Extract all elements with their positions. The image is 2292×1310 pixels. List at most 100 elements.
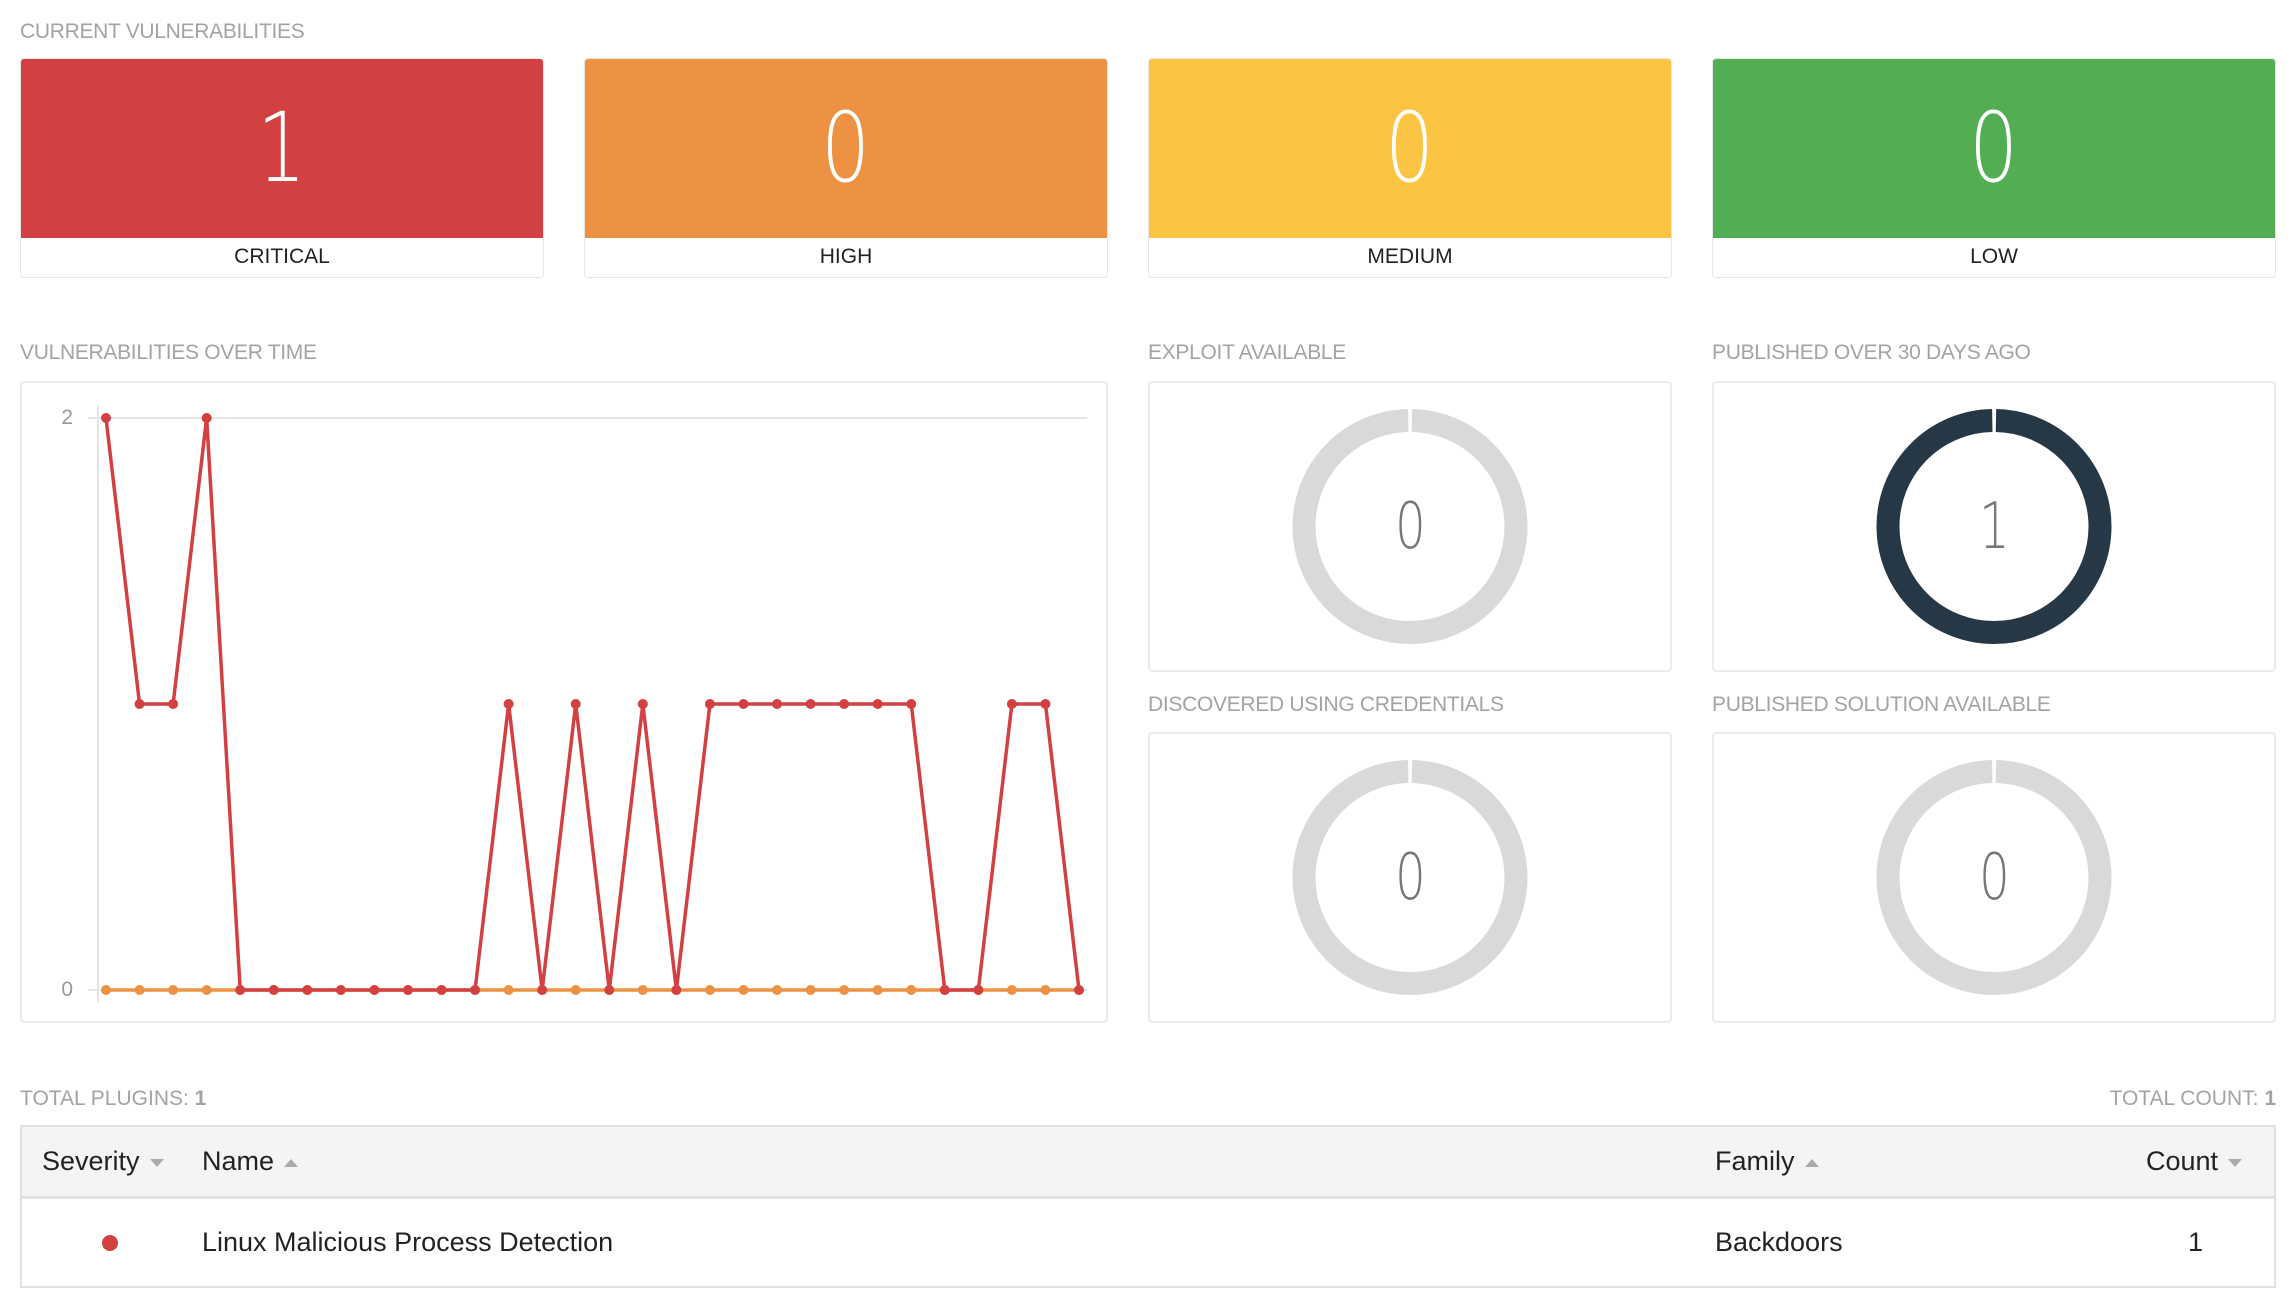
data-point-critical[interactable] [470, 985, 481, 995]
total-plugins: TOTAL PLUGINS: 1 [20, 1087, 206, 1111]
name-header-label: Name [202, 1146, 275, 1176]
data-point-critical[interactable] [134, 699, 145, 709]
severity-cell [102, 1199, 118, 1286]
exploit-available-panel[interactable]: 0 [1148, 381, 1672, 672]
data-point-critical[interactable] [671, 985, 682, 995]
column-header-severity[interactable]: Severity [42, 1127, 164, 1196]
published-solution-available-panel[interactable]: 0 [1712, 732, 2276, 1023]
critical-card[interactable]: 1 CRITICAL [20, 58, 544, 278]
count-header-label: Count [2146, 1146, 2219, 1176]
critical-count: 1 [257, 92, 307, 204]
low-count-area: 0 [1713, 59, 2275, 238]
data-point-critical[interactable] [335, 985, 346, 995]
table-row[interactable]: Linux Malicious Process Detection Backdo… [22, 1199, 2274, 1286]
data-point-critical[interactable] [1006, 699, 1017, 709]
data-point-high[interactable] [134, 985, 145, 995]
data-point-high[interactable] [872, 985, 883, 995]
data-point-critical[interactable] [872, 699, 883, 709]
total-count-value: 1 [2264, 1087, 2276, 1110]
medium-label: MEDIUM [1367, 245, 1453, 268]
y-tick-label-2: 2 [61, 406, 73, 429]
data-point-critical[interactable] [235, 985, 246, 995]
exploit-available-value: 0 [1394, 489, 1426, 564]
data-point-critical[interactable] [772, 699, 783, 709]
data-point-critical[interactable] [402, 985, 413, 995]
data-point-high[interactable] [738, 985, 749, 995]
published-solution-available-title: PUBLISHED SOLUTION AVAILABLE [1712, 693, 2051, 716]
published-solution-available-value: 0 [1978, 840, 2010, 915]
data-point-high[interactable] [704, 985, 715, 995]
series-line-critical [104, 416, 1081, 992]
total-count: TOTAL COUNT: 1 [2110, 1087, 2277, 1111]
vulns-over-time-chart: 2 0 [61, 406, 1087, 1002]
family-header-label: Family [1715, 1146, 1795, 1176]
data-point-critical[interactable] [369, 985, 380, 995]
data-point-critical[interactable] [201, 413, 212, 423]
data-point-critical[interactable] [101, 413, 111, 423]
data-point-high[interactable] [570, 985, 581, 995]
data-point-critical[interactable] [637, 699, 648, 709]
data-point-high[interactable] [1006, 985, 1017, 995]
total-count-label: TOTAL COUNT: [2109, 1087, 2259, 1110]
high-count: 0 [821, 92, 871, 204]
critical-severity-icon [102, 1234, 118, 1251]
table-header: Severity Name Family Count [22, 1127, 2274, 1199]
data-point-critical[interactable] [302, 985, 313, 995]
discovered-using-credentials-panel[interactable]: 0 [1148, 732, 1672, 1023]
plugins-table: Severity Name Family Count Linux Malicio… [20, 1125, 2276, 1288]
data-point-high[interactable] [168, 985, 179, 995]
medium-card[interactable]: 0 MEDIUM [1148, 58, 1672, 278]
published-over-30-days-title: PUBLISHED OVER 30 DAYS AGO [1712, 341, 2031, 364]
current-vulnerabilities-title: CURRENT VULNERABILITIES [20, 20, 305, 43]
high-label: HIGH [819, 245, 873, 268]
data-point-critical[interactable] [570, 699, 581, 709]
column-header-family[interactable]: Family [1715, 1127, 1819, 1196]
severity-header-label: Severity [42, 1146, 140, 1176]
data-point-critical[interactable] [738, 699, 749, 709]
discovered-using-credentials-title: DISCOVERED USING CREDENTIALS [1148, 693, 1504, 716]
data-point-high[interactable] [101, 985, 111, 995]
data-point-critical[interactable] [604, 985, 615, 995]
data-point-critical[interactable] [503, 699, 514, 709]
data-point-high[interactable] [805, 985, 816, 995]
medium-count: 0 [1385, 92, 1435, 204]
critical-count-area: 1 [21, 59, 543, 238]
plugin-family-cell: Backdoors [1715, 1227, 1843, 1257]
data-point-critical[interactable] [1040, 699, 1051, 709]
total-plugins-label: TOTAL PLUGINS: [20, 1087, 189, 1110]
sort-ascending-icon [284, 1158, 299, 1167]
data-point-critical[interactable] [436, 985, 447, 995]
column-header-count[interactable]: Count [2146, 1127, 2243, 1196]
total-plugins-value: 1 [194, 1087, 207, 1110]
plugin-count-cell: 1 [2188, 1227, 2204, 1257]
sort-descending-icon [149, 1158, 164, 1167]
data-point-high[interactable] [839, 985, 850, 995]
data-point-high[interactable] [637, 985, 648, 995]
data-point-critical[interactable] [973, 985, 984, 995]
data-point-high[interactable] [772, 985, 783, 995]
data-point-critical[interactable] [939, 985, 950, 995]
published-over-30-days-panel[interactable]: 1 [1712, 381, 2276, 672]
low-label: LOW [1970, 245, 2018, 268]
data-point-critical[interactable] [1074, 985, 1084, 995]
high-card[interactable]: 0 HIGH [584, 58, 1108, 278]
data-point-critical[interactable] [268, 985, 279, 995]
data-point-high[interactable] [201, 985, 212, 995]
data-point-critical[interactable] [704, 699, 715, 709]
discovered-using-credentials-value: 0 [1394, 840, 1426, 915]
column-header-name[interactable]: Name [202, 1127, 299, 1196]
vulns-over-time-title: VULNERABILITIES OVER TIME [20, 341, 317, 364]
data-point-critical[interactable] [168, 699, 179, 709]
data-point-critical[interactable] [906, 699, 917, 709]
data-point-critical[interactable] [839, 699, 850, 709]
data-point-critical[interactable] [537, 985, 548, 995]
data-point-high[interactable] [1040, 985, 1051, 995]
low-count: 0 [1969, 92, 2019, 204]
data-point-high[interactable] [503, 985, 514, 995]
sort-ascending-icon [1804, 1158, 1819, 1167]
data-point-high[interactable] [906, 985, 917, 995]
plugin-name-cell[interactable]: Linux Malicious Process Detection [202, 1199, 613, 1286]
low-card[interactable]: 0 LOW [1712, 58, 2276, 278]
data-point-critical[interactable] [805, 699, 816, 709]
y-tick-label-0: 0 [61, 978, 73, 1001]
